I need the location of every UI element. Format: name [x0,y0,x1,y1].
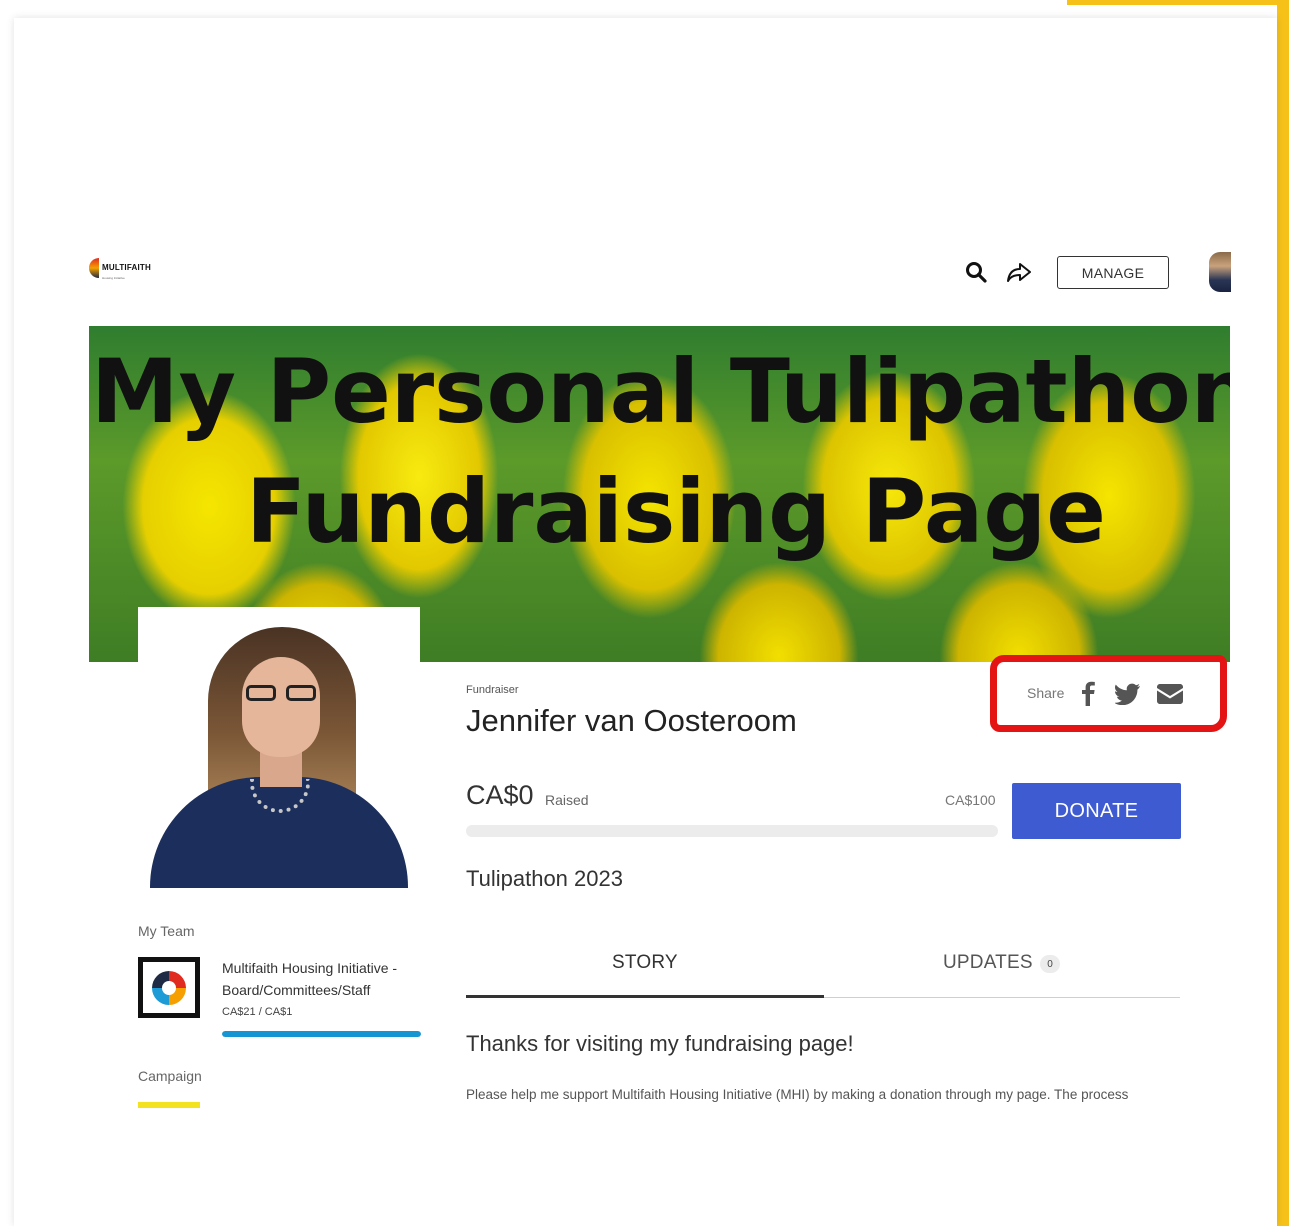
banner-title-line2: Fundraising Page [246,460,1106,563]
mail-icon[interactable] [1157,684,1183,704]
campaign-thumbnail[interactable] [138,1102,200,1108]
story-heading: Thanks for visiting my fundraising page! [466,1031,854,1056]
story-text: Please help me support Multifaith Housin… [466,1087,1129,1102]
share-arrow-icon[interactable] [1006,261,1032,283]
manage-button[interactable]: MANAGE [1057,256,1169,289]
campaign-label: Campaign [138,1068,202,1084]
team-progress-bar [222,1031,421,1037]
search-icon[interactable] [965,261,987,283]
raised-label: Raised [545,792,589,808]
tab-active-indicator [466,995,824,998]
share-label: Share [1027,685,1065,701]
team-amount: CA$21 / CA$1 [222,1006,293,1018]
photo-face [242,657,320,757]
fundraiser-name: Jennifer van Oosteroom [466,703,797,738]
logo-mark-icon [89,258,99,278]
fundraiser-label: Fundraiser [466,684,519,696]
updates-count-badge: 0 [1040,955,1060,973]
team-name[interactable]: Multifaith Housing Initiative - Board/Co… [222,957,432,1001]
org-logo[interactable]: MULTIFAITH Housing Initiative [89,257,151,280]
team-logo[interactable] [138,957,200,1018]
twitter-icon[interactable] [1115,683,1141,705]
logo-text: MULTIFAITH [102,262,151,272]
facebook-icon[interactable] [1080,680,1096,706]
raised-amount: CA$0 [466,780,534,810]
campaign-name[interactable]: Tulipathon 2023 [466,866,623,892]
donate-button[interactable]: DONATE [1012,783,1181,839]
user-avatar[interactable] [1209,252,1231,292]
yellow-edge-right [1277,0,1289,1226]
team-progress-fill [222,1031,421,1037]
tab-updates[interactable]: UPDATES [943,952,1033,974]
profile-photo [138,607,420,888]
team-label: My Team [138,923,195,939]
yellow-edge-top [1067,0,1279,5]
team-logo-mark-icon [152,970,186,1005]
logo-subtext: Housing Initiative [102,275,125,280]
fundraising-progress-bar [466,825,998,837]
tab-story[interactable]: STORY [612,952,678,974]
photo-glasses [246,685,316,701]
goal-amount: CA$100 [945,792,996,808]
share-highlight-box [990,655,1227,732]
